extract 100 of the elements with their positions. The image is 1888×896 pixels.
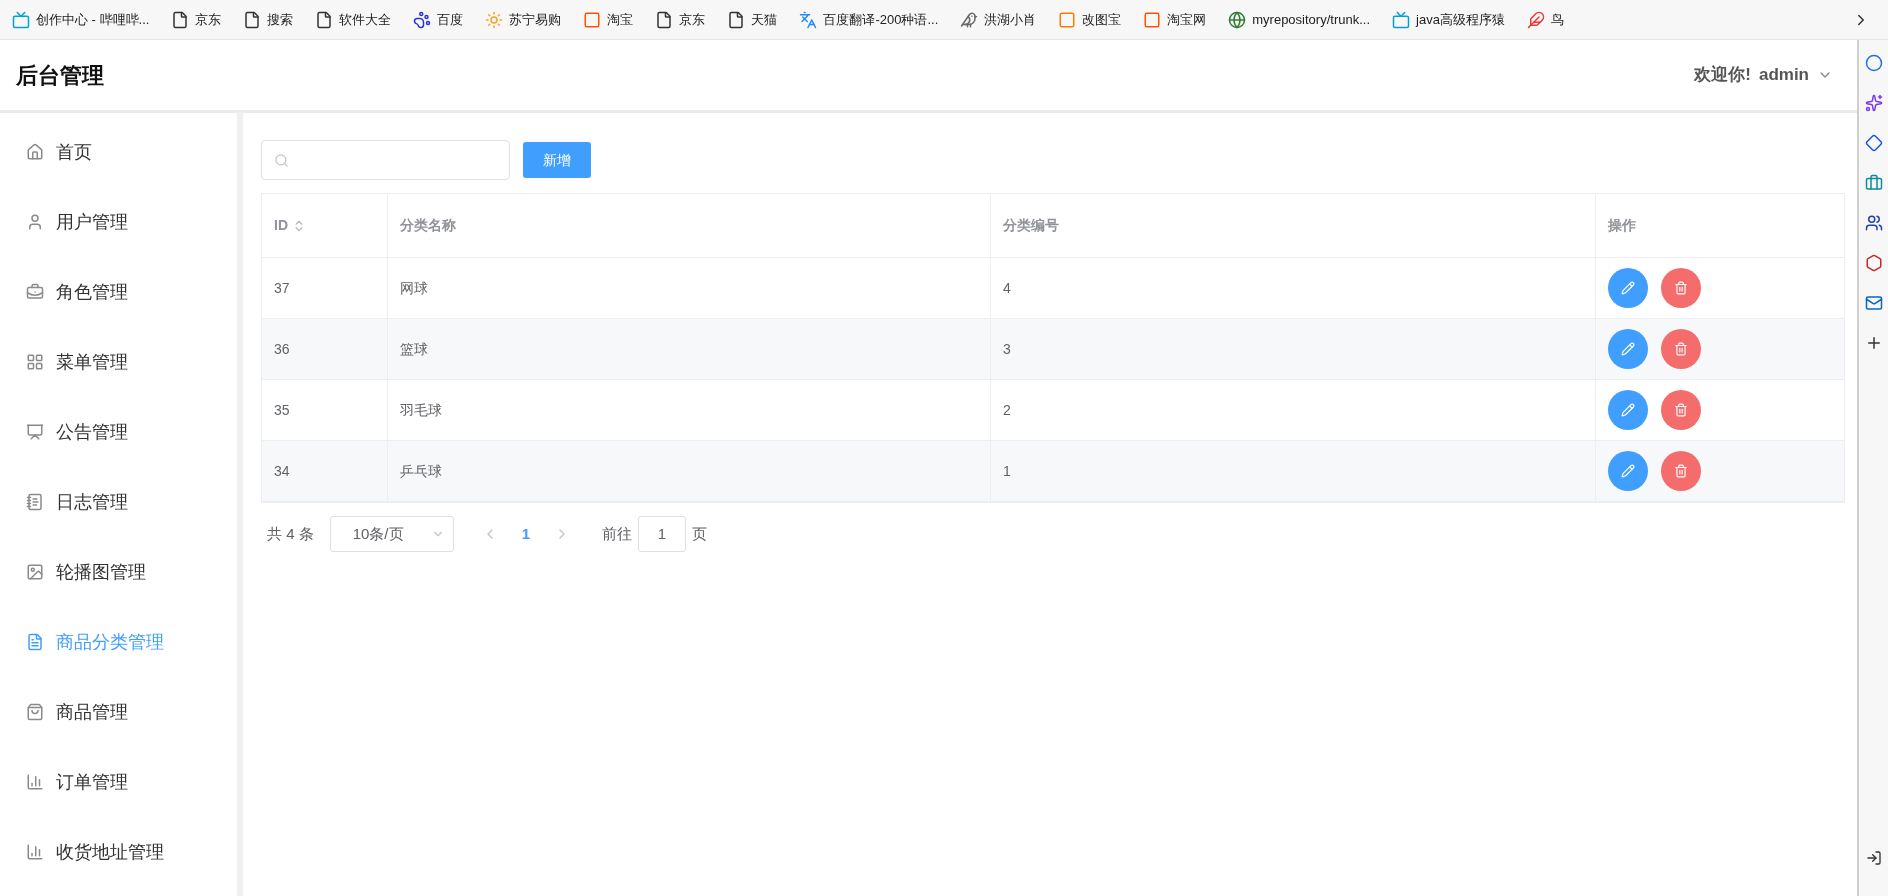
tv-icon [12,10,30,29]
delete-button[interactable] [1661,329,1701,369]
delete-button[interactable] [1661,268,1701,308]
menu-label: 轮播图管理 [56,560,146,584]
bookmark[interactable]: 改图宝 [1058,9,1122,30]
user-name: admin [1758,64,1809,87]
bookmark[interactable]: myrepository/trunk... [1228,9,1370,30]
bookmark[interactable]: 创作中心 - 哔哩哔... [12,9,150,30]
search-field[interactable] [261,140,510,180]
page-input[interactable]: 1 [638,516,687,552]
bird-icon [960,10,979,29]
menu-label: 商品管理 [56,700,128,724]
ring-icon[interactable] [1864,54,1883,72]
sidebar-item[interactable]: 日志管理 [0,467,237,537]
page-suffix: 页 [692,523,708,544]
bookmark[interactable]: 软件大全 [315,9,392,30]
briefcase-icon[interactable] [1864,174,1883,192]
search-icon [274,152,289,168]
menu-label: 日志管理 [56,490,128,514]
document-icon [26,633,44,651]
edit-button[interactable] [1608,451,1648,491]
bookmark[interactable]: 洪湖小肖 [960,9,1037,30]
table-cell-text: 篮球 [400,339,428,359]
table-cell-text: 36 [274,339,290,359]
trash-icon [1674,342,1688,356]
delete-button[interactable] [1661,390,1701,430]
table-cell-text: 35 [274,400,290,420]
menu-label: 公告管理 [56,420,128,444]
bookmark[interactable]: 京东 [171,9,222,30]
edit-button[interactable] [1608,390,1648,430]
menu-label: 用户管理 [56,210,128,234]
grid-icon [26,353,44,371]
sidebar-item[interactable]: 首页 [0,117,237,187]
delete-button[interactable] [1661,451,1701,491]
bookmark[interactable]: 百度 [413,9,464,30]
bar-chart-icon [26,843,44,861]
column-header: 操作 [1608,216,1636,235]
sidebar-item[interactable]: 菜单管理 [0,327,237,397]
menu-label: 订单管理 [56,770,128,794]
diamond-icon[interactable] [1864,134,1883,152]
sidebar-item[interactable]: 角色管理 [0,257,237,327]
page-icon [171,10,190,29]
page-icon [315,10,334,29]
bookmark[interactable]: 搜索 [243,9,294,30]
edit-button[interactable] [1608,329,1648,369]
bookmark[interactable]: 京东 [655,9,706,30]
bookmark[interactable]: 鸟 [1526,9,1564,30]
column-header: ID [274,216,288,235]
square-icon [583,10,602,29]
page-icon [727,10,746,29]
app-title: 后台管理 [16,61,104,90]
pencil-icon [1621,281,1635,295]
user-menu[interactable]: 欢迎你! admin [1694,62,1833,88]
page-icon [655,10,674,29]
bag-icon [26,703,44,721]
sparkle-icon[interactable] [1864,94,1883,112]
bookmark[interactable]: java高级程序猿 [1392,9,1505,30]
bookmark[interactable]: 淘宝网 [1143,9,1207,30]
menu-label: 菜单管理 [56,350,128,374]
bookmark[interactable]: 天猫 [727,9,778,30]
briefcase-icon [26,283,44,301]
page-size-select[interactable]: 10条/页 [329,516,454,552]
trash-icon [1674,281,1688,295]
home-icon [26,143,44,161]
page-icon [243,10,262,29]
table-cell-text: 2 [1003,400,1011,420]
column-header: 分类编号 [1003,216,1059,235]
goto-label: 前往 [602,523,633,544]
feather-icon [1526,10,1545,29]
sidebar-item[interactable]: 收货地址管理 [0,817,237,887]
sign-in-icon[interactable] [1865,850,1882,866]
trash-icon [1674,403,1688,417]
total-count: 共 4 条 [267,523,314,544]
sidebar-item[interactable]: 轮播图管理 [0,537,237,607]
column-header: 分类名称 [400,216,456,235]
translate-icon [799,10,818,29]
edit-button[interactable] [1608,268,1648,308]
sidebar-item[interactable]: 公告管理 [0,397,237,467]
bookmark[interactable]: 苏宁易购 [485,9,562,30]
menu-label: 收货地址管理 [56,840,164,864]
bookmark[interactable]: 淘宝 [583,9,634,30]
user-icon [26,213,44,231]
tv-icon [1392,10,1410,29]
notebook-icon [26,493,44,511]
hexagon-icon[interactable] [1864,254,1883,272]
table-cell-text: 网球 [400,278,428,298]
users-icon[interactable] [1864,214,1883,232]
mail-icon[interactable] [1864,294,1883,312]
bookmark[interactable]: 百度翻译-200种语... [799,9,939,30]
table-cell-text: 3 [1003,339,1011,359]
sidebar-item[interactable]: 订单管理 [0,747,237,817]
table-cell-text: 1 [1003,461,1011,481]
table-cell-text: 乒乓球 [400,461,442,481]
square-icon [1143,10,1162,29]
sidebar-item[interactable]: 商品管理 [0,677,237,747]
pencil-icon [1621,342,1635,356]
trash-icon [1674,464,1688,478]
picture-icon [26,563,44,581]
square-icon [1058,10,1077,29]
sidebar-item[interactable]: 用户管理 [0,187,237,257]
